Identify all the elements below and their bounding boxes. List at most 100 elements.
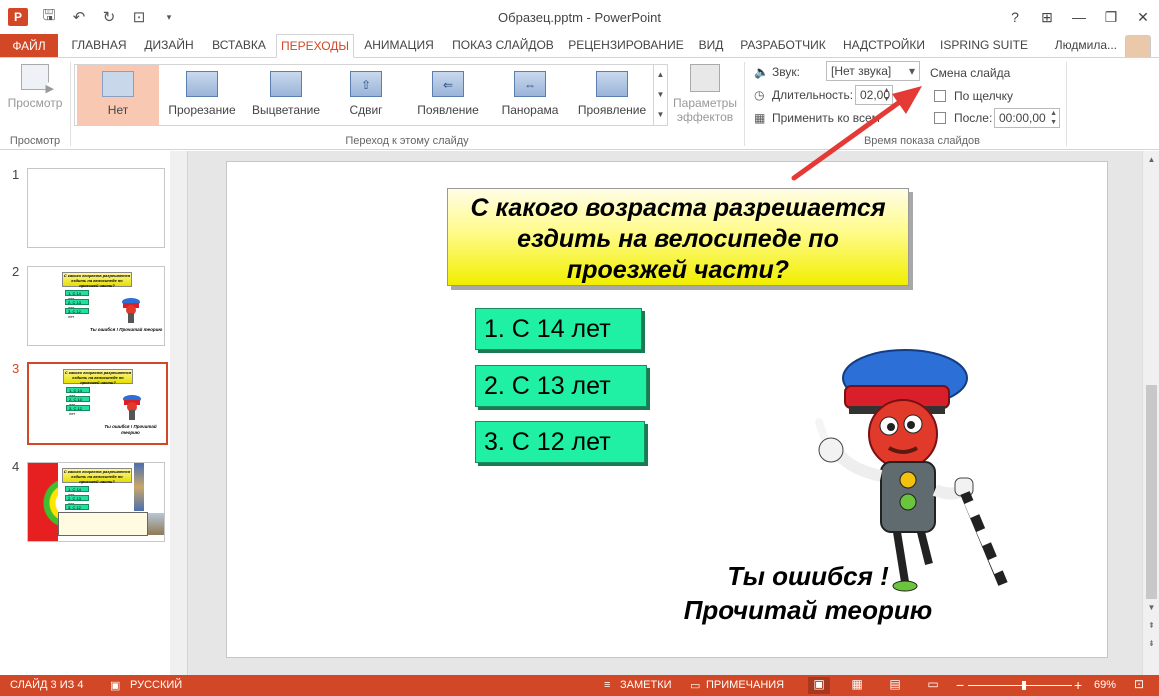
duration-row: ◷ Длительность: <box>754 88 853 102</box>
gallery-up-icon[interactable]: ▲ <box>654 65 667 85</box>
error-line: Ты ошибся ! <box>727 561 889 591</box>
error-message[interactable]: Ты ошибся ! Прочитай теорию <box>663 559 953 627</box>
mini-answer: 3. С 12 лет <box>65 504 89 515</box>
tab-view[interactable]: ВИД <box>692 34 730 58</box>
mini-answer: 3. С 12 лет <box>66 405 90 416</box>
duration-spin-icon[interactable]: ▲ ▼ <box>883 86 890 104</box>
fit-slide-icon[interactable]: ⊡ <box>1128 677 1150 694</box>
scroll-down-icon[interactable]: ▼ <box>1143 603 1159 612</box>
effect-options-icon <box>690 64 720 92</box>
group-label-preview: Просмотр <box>9 135 61 147</box>
tab-addins[interactable]: НАДСТРОЙКИ <box>836 34 932 58</box>
transition-gallery: Нет Прорезание Выцветание ⇧ Сдвиг ⇐ Появ… <box>74 64 668 126</box>
comments-icon[interactable]: ▭ <box>690 679 700 692</box>
ribbon-display-icon[interactable]: ⊞ <box>1031 0 1063 34</box>
close-icon[interactable]: ✕ <box>1127 0 1159 34</box>
slideshow-view-icon[interactable]: ▭ <box>922 677 944 694</box>
on-click-check[interactable] <box>934 90 946 102</box>
transition-none[interactable]: Нет <box>77 65 159 125</box>
tab-transitions[interactable]: ПЕРЕХОДЫ <box>276 34 354 58</box>
zoom-slider-handle[interactable] <box>1022 681 1026 690</box>
thumbnail-number: 2 <box>12 264 20 279</box>
zoom-out-button[interactable]: − <box>956 677 964 693</box>
thumbnail-number: 4 <box>12 459 20 474</box>
gallery-more-icon[interactable]: ▼ <box>654 105 667 125</box>
on-click-label: По щелчку <box>954 89 1014 103</box>
transition-push[interactable]: ⇧ Сдвиг <box>325 65 407 125</box>
tab-home[interactable]: ГЛАВНАЯ <box>64 34 134 58</box>
restore-icon[interactable]: ❐ <box>1095 0 1127 34</box>
after-spin-icon[interactable]: ▲ ▼ <box>1050 109 1057 127</box>
transition-cut[interactable]: Прорезание <box>161 65 243 125</box>
transition-split[interactable]: ⇔ Панорама <box>489 65 571 125</box>
question-box[interactable]: С какого возраста разрешается ездить на … <box>447 188 909 286</box>
sound-row: 🔈 Звук: <box>754 65 800 79</box>
transition-reveal[interactable]: Проявление <box>571 65 653 125</box>
slide-thumbnail-4[interactable]: С какого возраста разрешается ездить на … <box>27 462 165 542</box>
group-label-transition: Переход к этому слайду <box>345 135 469 147</box>
transition-label: Выцветание <box>251 103 321 117</box>
after-label: После: <box>954 111 993 125</box>
tab-file[interactable]: ФАЙЛ <box>0 34 58 58</box>
slide-thumbnail-2[interactable]: С какого возраста разрешается ездить на … <box>27 266 165 346</box>
help-icon[interactable]: ? <box>999 0 1031 34</box>
comments-button[interactable]: ПРИМЕЧАНИЯ <box>706 679 784 691</box>
group-label-timing: Время показа слайдов <box>863 135 981 147</box>
reading-view-icon[interactable]: ▤ <box>884 677 906 694</box>
effect-options-button[interactable]: Параметры эффектов <box>672 64 738 128</box>
scroll-thumb[interactable] <box>1146 385 1157 599</box>
zoom-level[interactable]: 69% <box>1094 679 1116 691</box>
language-icon[interactable]: ▣ <box>110 679 120 692</box>
notes-icon[interactable]: ≡ <box>604 679 610 691</box>
slide-scrollbar[interactable]: ▲ ▼ ⇞ ⇟ <box>1142 151 1159 675</box>
apply-all-button[interactable]: ▦ Применить ко всем <box>754 111 880 125</box>
user-name[interactable]: Людмила... <box>1055 38 1117 52</box>
answer-button-1[interactable]: 1. С 14 лет <box>475 308 642 350</box>
tab-slideshow[interactable]: ПОКАЗ СЛАЙДОВ <box>444 34 562 58</box>
mini-answer: 2. С 13 лет <box>65 495 89 506</box>
on-click-checkbox[interactable]: По щелчку <box>934 89 1013 103</box>
tab-insert[interactable]: ВСТАВКА <box>204 34 274 58</box>
preview-label: Просмотр <box>7 96 63 110</box>
mini-answer: 1. С 14 лет <box>65 290 89 301</box>
next-slide-icon[interactable]: ⇟ <box>1143 639 1159 648</box>
tab-developer[interactable]: РАЗРАБОТЧИК <box>734 34 832 58</box>
clock-icon: ◷ <box>754 88 765 102</box>
tab-ispring[interactable]: ISPRING SUITE 7 <box>936 34 1032 74</box>
mini-side-image <box>134 463 144 511</box>
language-indicator[interactable]: РУССКИЙ <box>130 679 182 691</box>
transition-fade[interactable]: Выцветание <box>245 65 327 125</box>
sound-dropdown[interactable]: [Нет звука] <box>826 61 920 81</box>
after-checkbox[interactable]: После: <box>934 111 992 125</box>
mini-answer: 1. С 14 лет <box>66 387 90 398</box>
zoom-in-button[interactable]: + <box>1074 677 1082 693</box>
slide-sorter-icon[interactable]: ▦ <box>846 677 868 694</box>
mini-error: Ты ошибся ! Прочитай теорию <box>104 424 157 435</box>
thumbnail-scrollbar[interactable] <box>170 151 187 675</box>
scroll-up-icon[interactable]: ▲ <box>1143 155 1159 164</box>
slide-thumbnail-3[interactable]: С какого возраста разрешается ездить на … <box>26 361 169 446</box>
answer-button-3[interactable]: 3. С 12 лет <box>475 421 645 463</box>
answer-button-2[interactable]: 2. С 13 лет <box>475 365 647 407</box>
tab-animation[interactable]: АНИМАЦИЯ <box>356 34 442 58</box>
gallery-scrollbar[interactable]: ▲ ▼ ▼ <box>653 65 667 125</box>
after-spinner[interactable]: 00:00,00 ▲ ▼ <box>994 108 1060 128</box>
tab-review[interactable]: РЕЦЕНЗИРОВАНИЕ <box>564 34 688 58</box>
duration-spinner[interactable]: 02,00 ▲ ▼ <box>855 85 893 105</box>
slide-canvas[interactable]: С какого возраста разрешается ездить на … <box>226 161 1108 658</box>
normal-view-icon[interactable]: ▣ <box>808 677 830 694</box>
prev-slide-icon[interactable]: ⇞ <box>1143 621 1159 630</box>
tab-design[interactable]: ДИЗАЙН <box>136 34 202 58</box>
gallery-down-icon[interactable]: ▼ <box>654 85 667 105</box>
slide-counter: СЛАЙД 3 ИЗ 4 <box>10 679 84 691</box>
preview-button[interactable]: Просмотр <box>4 64 66 128</box>
slide-thumbnail-1[interactable] <box>27 168 165 248</box>
zoom-slider[interactable] <box>968 685 1072 686</box>
mini-rainbow-decoration <box>28 463 58 541</box>
transition-wipe[interactable]: ⇐ Появление <box>407 65 489 125</box>
notes-button[interactable]: ЗАМЕТКИ <box>620 679 672 691</box>
mini-answer: 2. С 13 лет <box>66 396 90 407</box>
traffic-light-character-image[interactable] <box>805 348 1009 592</box>
minimize-icon[interactable]: — <box>1063 0 1095 34</box>
after-check[interactable] <box>934 112 946 124</box>
